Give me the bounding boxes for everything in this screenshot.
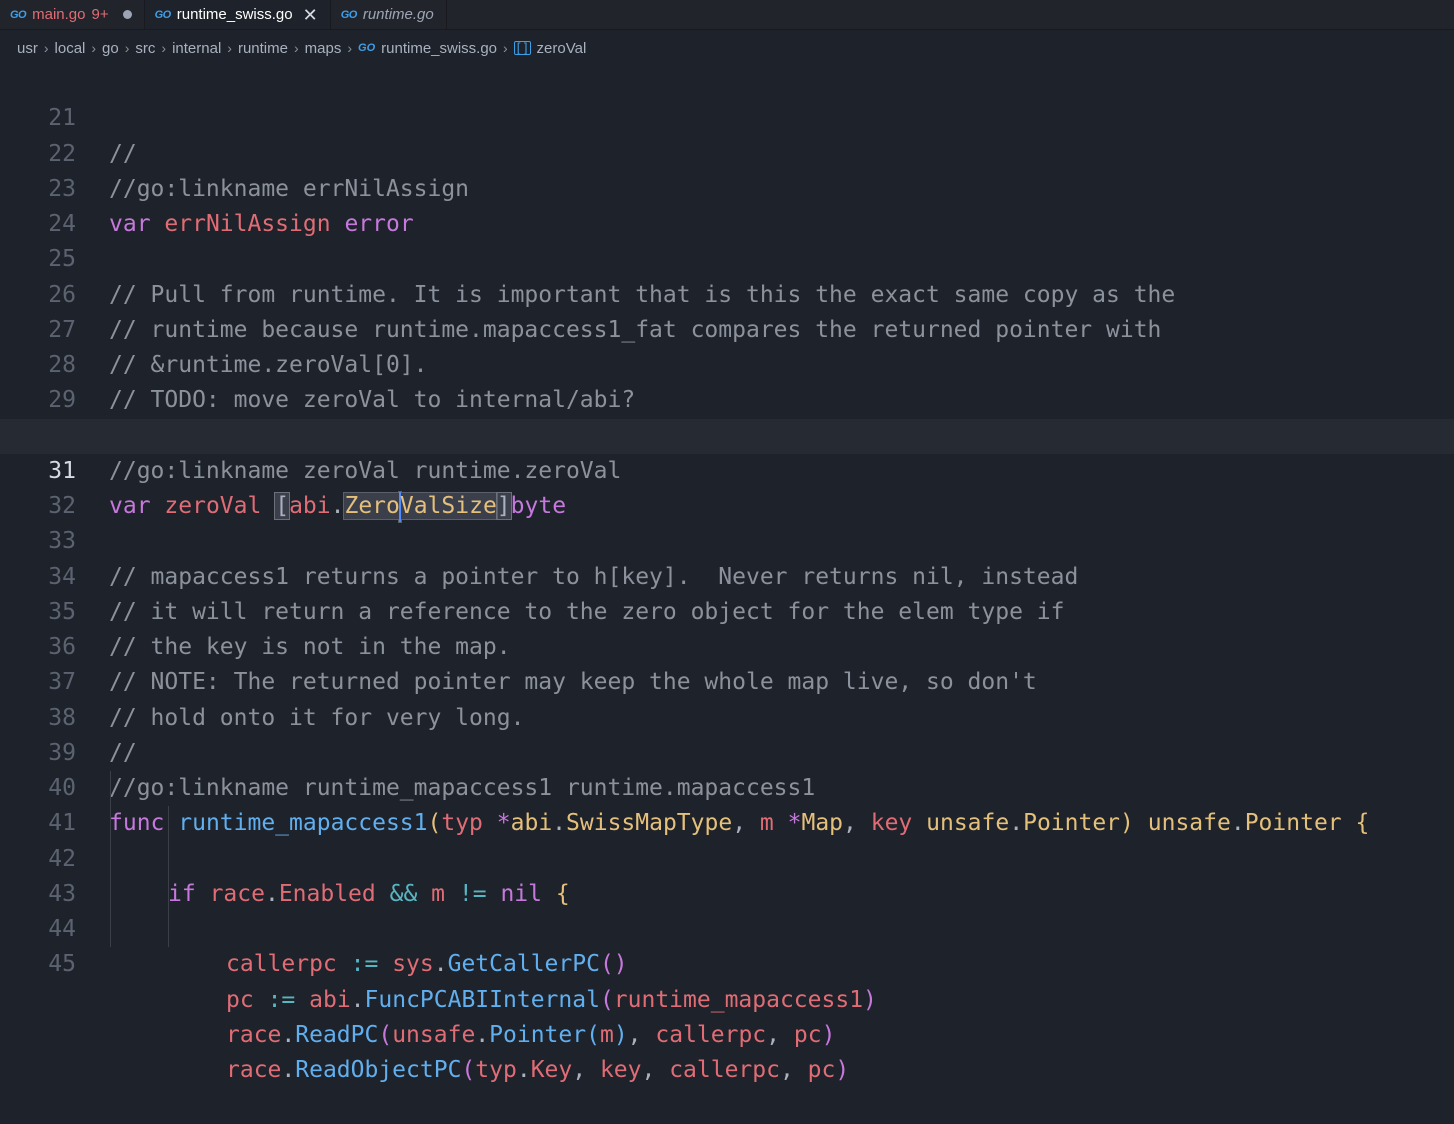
code-line[interactable]: 36 // NOTE: The returned pointer may kee… [0,595,1454,695]
go-icon: GO [358,42,376,54]
code-line[interactable]: 33 // mapaccess1 returns a pointer to h[… [0,489,1454,589]
code-text: race.ReadObjectPC(typ.Key, key, callerpc… [226,1057,850,1083]
variable-icon: [ ] [513,41,531,55]
code-line[interactable]: 30 //go:linkname zeroVal runtime.zeroVal [0,383,1454,484]
code-line[interactable]: 43 pc := abi.FuncPCABIInternal(runtime_m… [0,841,1454,1013]
indent-guide [168,806,169,842]
code-line[interactable]: 40 func runtime_mapaccess1(typ *abi.Swis… [0,736,1454,836]
indent-guide [168,876,169,912]
indent-guide [110,771,111,807]
code-line[interactable]: 41 if race.Enabled && m != nil { [0,771,1454,907]
code-line[interactable]: 21 // [0,66,1454,166]
chevron-right-icon: › [91,40,97,56]
breadcrumb-item[interactable]: internal [172,40,221,57]
go-icon: GO [154,8,172,21]
code-line[interactable]: 23 var errNilAssign error [0,137,1454,237]
code-line[interactable]: 34 // it will return a reference to the … [0,524,1454,625]
code-line[interactable]: 22 //go:linkname errNilAssign [0,101,1454,202]
code-text: pc := abi.FuncPCABIInternal(runtime_mapa… [226,986,877,1013]
line-number: 45 [48,951,76,978]
tab-bar: GO main.go 9+ GO runtime_swiss.go ✕ GO r… [0,0,1454,30]
tab-label: runtime_swiss.go [176,6,293,23]
breadcrumb-item[interactable]: usr [17,40,38,57]
indent-guide [110,912,111,948]
breadcrumb-item[interactable]: runtime [238,40,288,57]
code-line[interactable]: 29 // [0,348,1454,448]
go-icon: GO [10,8,27,21]
chevron-right-icon: › [293,40,299,56]
chevron-right-icon: › [43,40,49,56]
current-code-line[interactable]: 31 var zeroVal [abi.ZeroValSize]byte [0,418,1454,522]
unsaved-dot-icon[interactable] [122,10,132,19]
code-line[interactable]: 25 // Pull from runtime. It is important… [0,207,1454,307]
tab-runtime-swiss-go[interactable]: GO runtime_swiss.go ✕ [144,0,331,29]
code-line[interactable]: 27 // &runtime.zeroVal[0]. [0,278,1454,378]
problem-count-badge: 9+ [91,6,109,23]
tab-runtime-go[interactable]: GO runtime.go [330,0,447,29]
code-text: callerpc := sys.GetCallerPC() [226,951,628,978]
tab-label: main.go [32,6,86,23]
code-line[interactable]: 42 callerpc := sys.GetCallerPC() [0,806,1454,977]
chevron-right-icon: › [124,40,130,56]
code-line[interactable]: 45 race.ReadObjectPC(typ.Key, key, calle… [0,912,1454,1083]
code-line[interactable]: 44 race.ReadPC(unsafe.Pointer(m), caller… [0,876,1454,1048]
code-editor[interactable]: 21 // 22 //go:linkname errNilAssign 23 v… [0,66,1454,1083]
chevron-right-icon: › [227,40,232,56]
chevron-right-icon: › [347,40,353,56]
indent-guide [168,912,169,948]
code-line[interactable]: 37 // hold onto it for very long. [0,630,1454,730]
code-line[interactable]: 24 [0,172,1454,237]
tab-main-go[interactable]: GO main.go 9+ [0,0,145,29]
breadcrumb: usr › local › go › src › internal › runt… [0,30,1454,66]
indent-guide [110,806,111,842]
code-line[interactable]: 39 //go:linkname runtime_mapaccess1 runt… [0,701,1454,801]
breadcrumb-item[interactable]: local [55,40,86,57]
code-line[interactable]: 35 // the key is not in the map. [0,560,1454,660]
breadcrumb-item[interactable]: maps [305,40,342,57]
indent-guide [110,876,111,912]
code-line[interactable]: 26 // runtime because runtime.mapaccess1… [0,242,1454,343]
breadcrumb-item[interactable]: go [102,40,119,57]
code-line[interactable]: 28 // TODO: move zeroVal to internal/abi… [0,313,1454,413]
go-icon: GO [340,8,358,21]
code-line[interactable]: 32 [0,454,1454,519]
code-line[interactable]: 38 // [0,665,1454,766]
breadcrumb-file[interactable]: runtime_swiss.go [381,40,497,57]
indent-guide [168,841,169,877]
code-text: race.ReadPC(unsafe.Pointer(m), callerpc,… [226,1021,836,1048]
close-icon[interactable]: ✕ [303,6,318,24]
indent-guide [110,841,111,877]
tab-label: runtime.go [362,6,434,23]
chevron-right-icon: › [161,40,167,56]
breadcrumb-symbol[interactable]: zeroVal [537,40,587,57]
breadcrumb-item[interactable]: src [135,40,155,57]
chevron-right-icon: › [503,40,508,56]
